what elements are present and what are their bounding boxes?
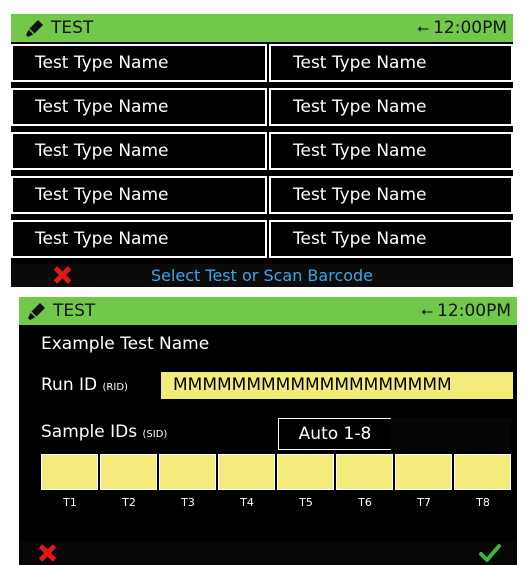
tube-label: T4: [240, 496, 254, 509]
usb-icon: ⭠: [417, 19, 430, 37]
tube-label: T8: [476, 496, 490, 509]
run-id-label: Run ID (RID): [41, 375, 128, 395]
run-id-field[interactable]: MMMMMMMMMMMMMMMMMMM: [161, 372, 513, 399]
test-type-button[interactable]: Test Type Name: [11, 44, 267, 82]
bottom-bar: [19, 542, 517, 565]
check-icon[interactable]: [479, 543, 501, 563]
pen-icon: [26, 20, 43, 37]
test-type-button[interactable]: Test Type Name: [269, 220, 513, 258]
tube-label: T1: [63, 496, 77, 509]
status-time: 12:00PM: [437, 301, 511, 321]
run-id-abbr: (RID): [102, 382, 128, 393]
bottom-bar: Select Test or Scan Barcode: [11, 264, 513, 287]
status-time: 12:00PM: [433, 18, 507, 38]
sample-ids-label-text: Sample IDs: [41, 422, 138, 442]
test-type-button[interactable]: Test Type Name: [269, 88, 513, 126]
test-type-button[interactable]: Test Type Name: [269, 44, 513, 82]
tube-slot[interactable]: [336, 454, 393, 490]
tube-label: T6: [358, 496, 372, 509]
test-setup-screen: TEST ⭠ 12:00PM Example Test Name Run ID …: [19, 297, 517, 565]
status-title: TEST: [51, 18, 94, 38]
tube-slot[interactable]: [395, 454, 452, 490]
sample-mode-area: [391, 418, 511, 450]
tube-slot[interactable]: [277, 454, 334, 490]
tube-label: T7: [417, 496, 431, 509]
test-type-grid: Test Type Name Test Type Name Test Type …: [11, 44, 513, 264]
test-type-button[interactable]: Test Type Name: [269, 176, 513, 214]
test-type-button[interactable]: Test Type Name: [11, 176, 267, 214]
test-name: Example Test Name: [41, 334, 210, 354]
tube-row: [41, 454, 515, 492]
status-title: TEST: [53, 301, 96, 321]
scan-hint: Select Test or Scan Barcode: [150, 266, 374, 285]
sample-ids-label: Sample IDs (SID): [41, 422, 167, 442]
close-icon[interactable]: [36, 542, 58, 564]
test-type-button[interactable]: Test Type Name: [269, 132, 513, 170]
sample-ids-abbr: (SID): [142, 429, 168, 440]
test-type-button[interactable]: Test Type Name: [11, 220, 267, 258]
sample-mode-button[interactable]: Auto 1-8: [278, 418, 392, 450]
tube-label: T5: [299, 496, 313, 509]
run-id-label-text: Run ID: [41, 375, 98, 395]
test-type-button[interactable]: Test Type Name: [11, 88, 267, 126]
tube-slot[interactable]: [454, 454, 511, 490]
status-bar: TEST ⭠ 12:00PM: [11, 14, 513, 42]
tube-slot[interactable]: [159, 454, 216, 490]
test-type-button[interactable]: Test Type Name: [11, 132, 267, 170]
tube-slot[interactable]: [100, 454, 157, 490]
tube-slot[interactable]: [41, 454, 98, 490]
tube-label: T3: [181, 496, 195, 509]
pen-icon: [28, 303, 45, 320]
tube-label: T2: [122, 496, 136, 509]
tube-slot[interactable]: [218, 454, 275, 490]
status-bar: TEST ⭠ 12:00PM: [19, 297, 517, 325]
test-select-screen: TEST ⭠ 12:00PM Test Type Name Test Type …: [11, 14, 513, 287]
usb-icon: ⭠: [421, 302, 434, 320]
